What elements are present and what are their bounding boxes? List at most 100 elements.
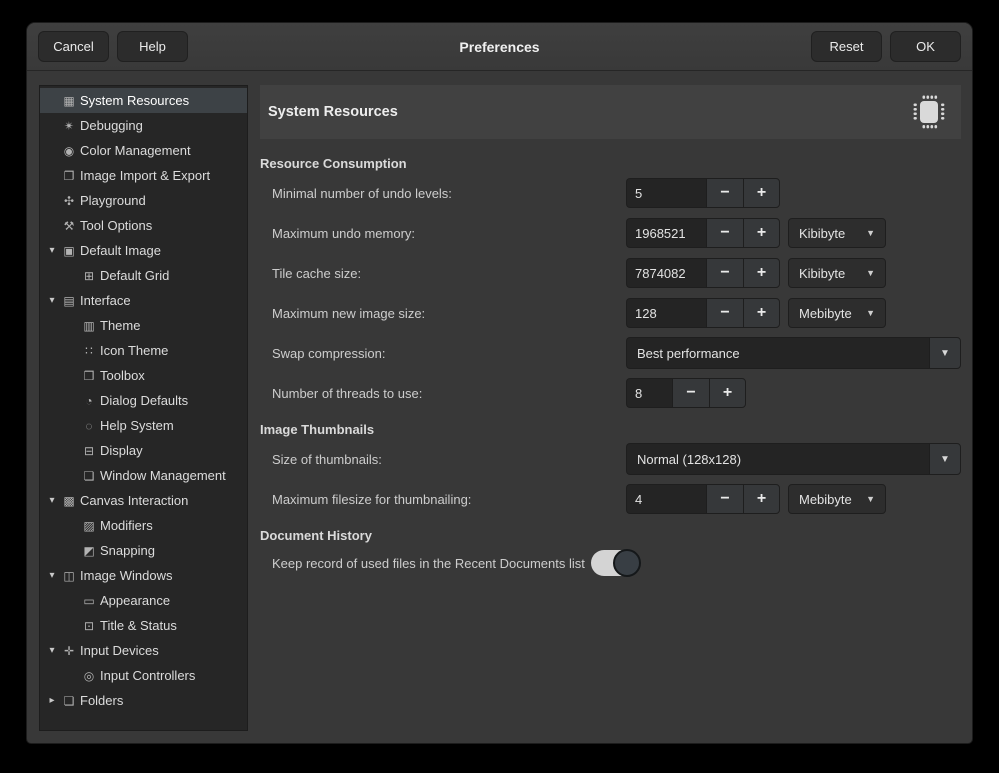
row-label: Tile cache size: [272, 266, 626, 281]
sidebar-item-system-resources[interactable]: ▦System Resources [40, 88, 247, 113]
sidebar-item-icon-theme[interactable]: ∷Icon Theme [40, 338, 247, 363]
import-export-icon: ❐ [60, 169, 78, 183]
cancel-button[interactable]: Cancel [38, 31, 109, 62]
sidebar-item-color-management[interactable]: ◉Color Management [40, 138, 247, 163]
row-label: Minimal number of undo levels: [272, 186, 626, 201]
form-row: Number of threads to use:8−+ [260, 373, 961, 413]
sidebar-item-input-devices[interactable]: ▾✛Input Devices [40, 638, 247, 663]
sidebar-item-display[interactable]: ⊟Display [40, 438, 247, 463]
row-label: Maximum undo memory: [272, 226, 626, 241]
ok-button[interactable]: OK [890, 31, 961, 62]
sidebar-item-label: Default Grid [100, 268, 169, 283]
chevron-down-icon[interactable]: ▼ [929, 443, 961, 475]
tile-cache-spinbox: 7874082−+ [626, 258, 780, 288]
sidebar-item-appearance[interactable]: ▭Appearance [40, 588, 247, 613]
sidebar-item-snapping[interactable]: ◩Snapping [40, 538, 247, 563]
form-row: Maximum new image size:128−+ Mebibyte▼ [260, 293, 961, 333]
sidebar-item-window-management[interactable]: ❏Window Management [40, 463, 247, 488]
cpu-chip-icon: ▦ [60, 94, 78, 108]
row-label: Maximum filesize for thumbnailing: [272, 492, 626, 507]
undo-levels-input[interactable]: 5 [626, 178, 706, 208]
increment-button[interactable]: + [743, 218, 780, 248]
unit-dropdown-value: Kibibyte [799, 226, 845, 241]
icon-theme-icon: ∷ [80, 344, 98, 358]
help-button[interactable]: Help [117, 31, 188, 62]
sidebar-item-tool-options[interactable]: ⚒Tool Options [40, 213, 247, 238]
sidebar-item-playground[interactable]: ✣Playground [40, 188, 247, 213]
decrement-button[interactable]: − [706, 178, 743, 208]
expander-expanded-icon[interactable]: ▾ [44, 245, 60, 256]
dropdown-value: Best performance [626, 337, 929, 369]
decrement-button[interactable]: − [706, 218, 743, 248]
expander-expanded-icon[interactable]: ▾ [44, 495, 60, 506]
form-row: Keep record of used files in the Recent … [260, 545, 961, 581]
increment-button[interactable]: + [743, 298, 780, 328]
sidebar-item-interface[interactable]: ▾▤Interface [40, 288, 247, 313]
sidebar-item-toolbox[interactable]: ❒Toolbox [40, 363, 247, 388]
increment-button[interactable]: + [743, 484, 780, 514]
row-controls: 8−+ [626, 378, 746, 408]
undo-memory-unit-dropdown[interactable]: Kibibyte▼ [788, 218, 886, 248]
tile-cache-unit-dropdown[interactable]: Kibibyte▼ [788, 258, 886, 288]
sidebar: ▦System Resources✴Debugging◉Color Manage… [39, 85, 248, 731]
increment-button[interactable]: + [743, 258, 780, 288]
thumbnail-filesize-input[interactable]: 4 [626, 484, 706, 514]
undo-memory-input[interactable]: 1968521 [626, 218, 706, 248]
sidebar-item-title-status[interactable]: ⊡Title & Status [40, 613, 247, 638]
expander-collapsed-icon[interactable]: ▸ [44, 695, 60, 706]
sidebar-item-folders[interactable]: ▸❏Folders [40, 688, 247, 713]
form-row: Size of thumbnails:Normal (128x128)▼ [260, 439, 961, 479]
decrement-button[interactable]: − [706, 258, 743, 288]
sidebar-item-default-image[interactable]: ▾▣Default Image [40, 238, 247, 263]
interface-icon: ▤ [60, 294, 78, 308]
max-image-size-spinbox: 128−+ [626, 298, 780, 328]
sidebar-item-image-windows[interactable]: ▾◫Image Windows [40, 563, 247, 588]
sidebar-item-dialog-defaults[interactable]: ◔Dialog Defaults [40, 388, 247, 413]
expander-expanded-icon[interactable]: ▾ [44, 570, 60, 581]
row-label: Maximum new image size: [272, 306, 626, 321]
canvas-icon: ▩ [60, 494, 78, 508]
reset-button[interactable]: Reset [811, 31, 882, 62]
num-threads-input[interactable]: 8 [626, 378, 672, 408]
max-image-size-unit-dropdown[interactable]: Mebibyte▼ [788, 298, 886, 328]
sidebar-item-input-controllers[interactable]: ◎Input Controllers [40, 663, 247, 688]
row-controls: Normal (128x128)▼ [626, 443, 961, 475]
controller-icon: ◎ [80, 669, 98, 683]
increment-button[interactable]: + [709, 378, 746, 408]
sidebar-item-help-system[interactable]: ◌Help System [40, 413, 247, 438]
sidebar-item-label: Image Windows [80, 568, 172, 583]
recent-documents-toggle[interactable] [591, 550, 639, 576]
color-circles-icon: ◉ [60, 144, 78, 158]
increment-button[interactable]: + [743, 178, 780, 208]
expander-expanded-icon[interactable]: ▾ [44, 645, 60, 656]
sidebar-item-default-grid[interactable]: ⊞Default Grid [40, 263, 247, 288]
sidebar-item-image-import-export[interactable]: ❐Image Import & Export [40, 163, 247, 188]
preferences-dialog: Cancel Help Preferences Reset OK ▦System… [26, 22, 973, 744]
sidebar-item-debugging[interactable]: ✴Debugging [40, 113, 247, 138]
thumbnail-filesize-unit-dropdown[interactable]: Mebibyte▼ [788, 484, 886, 514]
chevron-down-icon[interactable]: ▼ [929, 337, 961, 369]
sidebar-item-label: Icon Theme [100, 343, 168, 358]
sidebar-item-label: Title & Status [100, 618, 177, 633]
sidebar-item-canvas-interaction[interactable]: ▾▩Canvas Interaction [40, 488, 247, 513]
section-title: Resource Consumption [260, 156, 961, 171]
sidebar-item-label: Modifiers [100, 518, 153, 533]
row-controls: 4−+ Mebibyte▼ [626, 484, 886, 514]
decrement-button[interactable]: − [706, 484, 743, 514]
sidebar-item-theme[interactable]: ▥Theme [40, 313, 247, 338]
expander-expanded-icon[interactable]: ▾ [44, 295, 60, 306]
sidebar-item-modifiers[interactable]: ▨Modifiers [40, 513, 247, 538]
decrement-button[interactable]: − [706, 298, 743, 328]
sidebar-item-label: Input Devices [80, 643, 159, 658]
swap-compression-dropdown[interactable]: Best performance▼ [626, 337, 961, 369]
row-controls [591, 550, 639, 576]
sidebar-item-label: Window Management [100, 468, 226, 483]
max-image-size-input[interactable]: 128 [626, 298, 706, 328]
cpu-chip-icon [909, 92, 949, 132]
thumbnail-size-dropdown[interactable]: Normal (128x128)▼ [626, 443, 961, 475]
decrement-button[interactable]: − [672, 378, 709, 408]
unit-dropdown-value: Kibibyte [799, 266, 845, 281]
windows-icon: ❏ [80, 469, 98, 483]
tile-cache-input[interactable]: 7874082 [626, 258, 706, 288]
sidebar-item-label: Snapping [100, 543, 155, 558]
